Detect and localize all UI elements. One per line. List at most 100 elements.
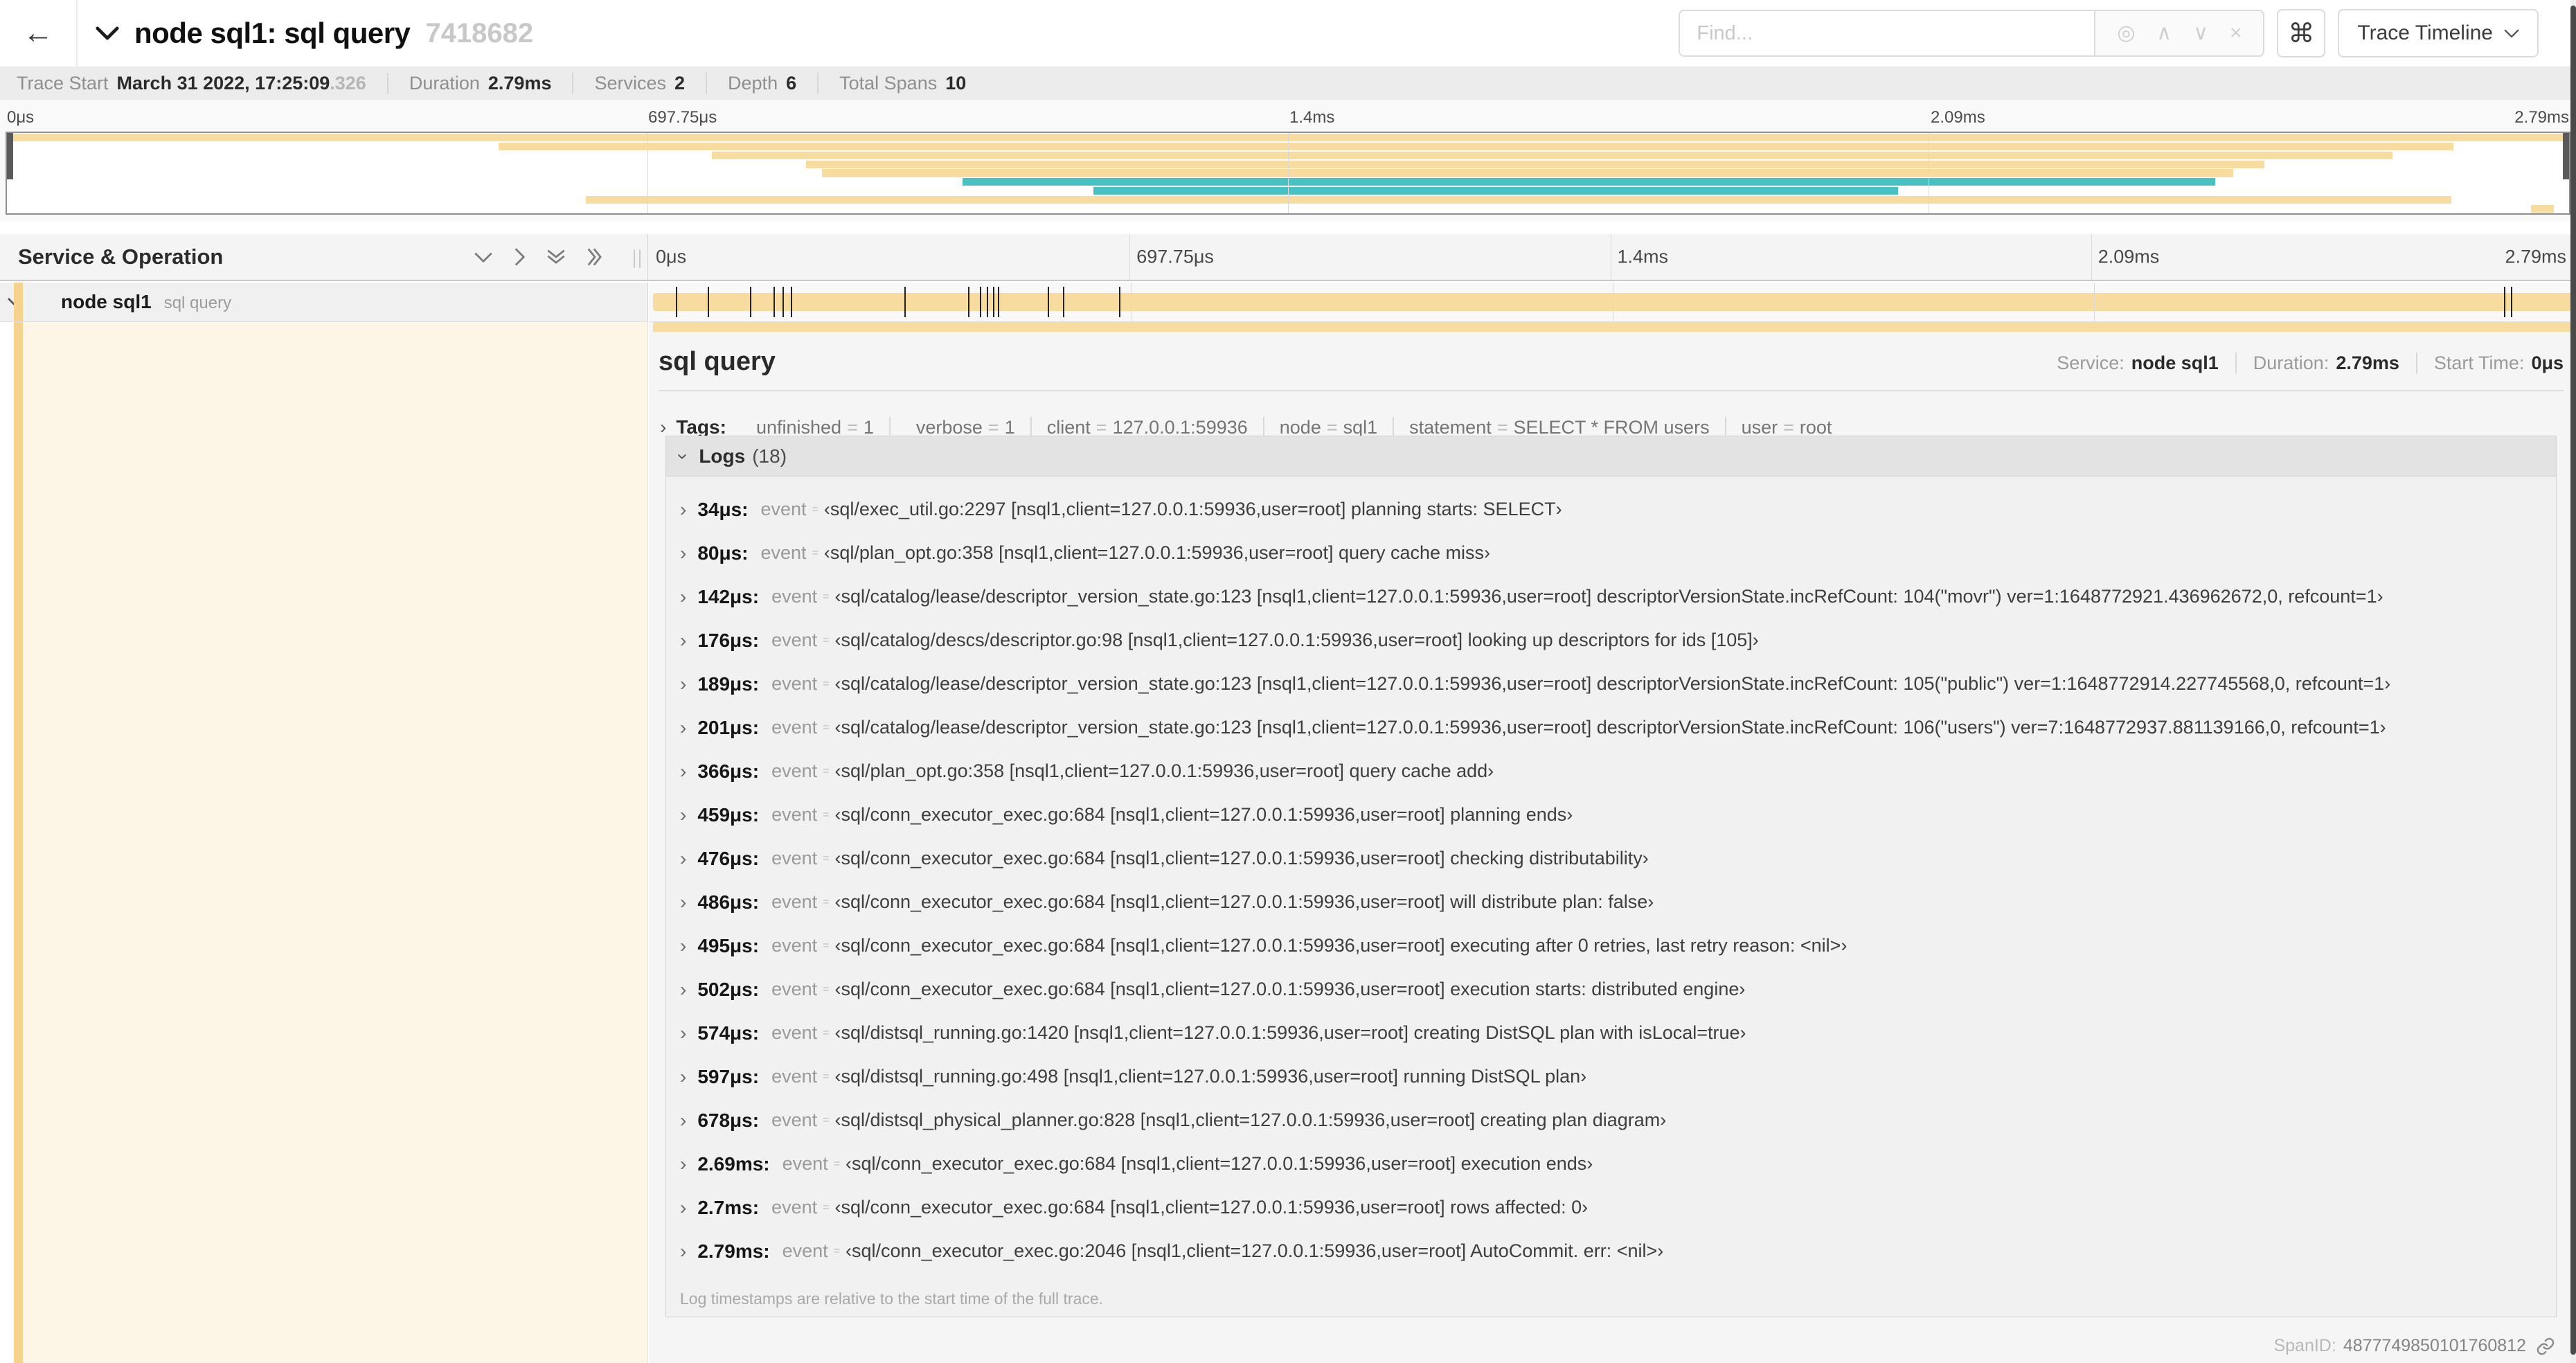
- equals-sign: =: [823, 1201, 830, 1213]
- logs-header[interactable]: › Logs (18): [666, 436, 2556, 476]
- tag-item: _unfinished = 1: [731, 417, 889, 438]
- tag-key: statement: [1409, 416, 1492, 438]
- timeline-gridline: [1288, 133, 1289, 213]
- equals-sign: =: [1326, 416, 1338, 438]
- equals-sign: =: [812, 503, 819, 515]
- expand-all-icon[interactable]: [587, 247, 603, 267]
- log-event-marker: [707, 287, 709, 317]
- span-name-cell[interactable]: node sql1 sql query: [0, 283, 648, 322]
- back-arrow-icon: ←: [23, 16, 53, 50]
- log-event-marker: [1063, 287, 1065, 317]
- log-row[interactable]: › 476μs: event = ‹sql/conn_executor_exec.go:…: [666, 837, 2556, 880]
- log-row[interactable]: › 189μs: event = ‹sql/catalog/lease/descript…: [666, 662, 2556, 706]
- summary-value: 10: [945, 72, 967, 93]
- log-field-key: event: [760, 542, 807, 563]
- scrollbar-thumb[interactable]: [2570, 6, 2576, 1355]
- trace-summary-item: Depth 6: [706, 72, 796, 94]
- find-input[interactable]: [1679, 10, 2095, 57]
- minimap-left-handle[interactable]: [7, 133, 13, 180]
- tag-key: user: [1741, 416, 1778, 438]
- log-row[interactable]: › 2.79ms: event = ‹sql/conn_executor_exec.go…: [666, 1229, 2556, 1273]
- log-field-value: ‹sql/distsql_running.go:1420 [nsql1,clie…: [834, 1022, 1746, 1043]
- log-row[interactable]: › 486μs: event = ‹sql/conn_executor_exec.go:…: [666, 880, 2556, 924]
- equals-sign: =: [823, 896, 830, 908]
- link-icon[interactable]: [2536, 1337, 2555, 1356]
- timeline-tick-label: 2.09ms: [1931, 108, 1985, 127]
- log-event-marker: [750, 287, 752, 317]
- expander-icon: ›: [680, 1152, 687, 1175]
- log-row[interactable]: › 176μs: event = ‹sql/catalog/descs/descript…: [666, 618, 2556, 662]
- expander-icon: ›: [680, 1109, 687, 1131]
- collapse-one-icon[interactable]: [474, 247, 493, 267]
- expander-icon: ›: [680, 629, 687, 651]
- expander-icon: ›: [680, 760, 687, 782]
- detail-divider: [659, 390, 2564, 391]
- minimap-span-bar: [711, 151, 2392, 159]
- page-scrollbar[interactable]: [2570, 0, 2576, 1363]
- log-row[interactable]: › 502μs: event = ‹sql/conn_executor_exec.go:…: [666, 968, 2556, 1011]
- keyboard-shortcuts-button[interactable]: ⌘: [2277, 9, 2326, 57]
- span-bar-cell[interactable]: [649, 283, 2576, 322]
- minimap-span-bar: [806, 160, 2264, 168]
- log-row[interactable]: › 201μs: event = ‹sql/catalog/lease/descript…: [666, 706, 2556, 749]
- log-event-marker: [980, 287, 982, 317]
- minimap-tick-labels: 0μs 697.75μs 1.4ms 2.09ms 2.79ms: [6, 103, 2570, 130]
- log-timestamp: 597μs:: [697, 1065, 760, 1087]
- expand-one-icon[interactable]: [514, 247, 526, 267]
- log-timestamp: 678μs:: [697, 1109, 760, 1131]
- log-field-key: event: [771, 673, 818, 694]
- log-row[interactable]: › 459μs: event = ‹sql/conn_executor_exec.go:…: [666, 793, 2556, 837]
- log-row[interactable]: › 574μs: event = ‹sql/distsql_running.go:142…: [666, 1011, 2556, 1055]
- equals-sign: =: [833, 1157, 841, 1170]
- log-row[interactable]: › 80μs: event = ‹sql/plan_opt.go:358 [nsql1,…: [666, 531, 2556, 575]
- log-row[interactable]: › 34μs: event = ‹sql/exec_util.go:2297 [nsql…: [666, 488, 2556, 531]
- logs-count: (18): [752, 445, 787, 467]
- timeline-minimap: 0μs 697.75μs 1.4ms 2.09ms 2.79ms: [0, 100, 2576, 222]
- summary-label: Services: [594, 72, 666, 93]
- find-clear-icon[interactable]: ×: [2230, 23, 2242, 44]
- log-field-key: event: [782, 1153, 828, 1174]
- command-icon: ⌘: [2288, 19, 2315, 48]
- locate-icon[interactable]: ◎: [2117, 23, 2135, 44]
- equals-sign: =: [823, 808, 830, 821]
- collapse-all-icon[interactable]: [546, 247, 566, 267]
- log-row[interactable]: › 597μs: event = ‹sql/distsql_running.go:498…: [666, 1055, 2556, 1098]
- detail-span-bar: [653, 322, 2573, 332]
- summary-label: Trace Start: [17, 72, 109, 93]
- tag-key: node: [1279, 416, 1321, 438]
- expander-icon: ›: [680, 716, 687, 738]
- logs-title: Logs: [699, 445, 746, 467]
- service-operation-title: Service & Operation: [18, 244, 224, 269]
- find-prev-icon[interactable]: ∧: [2156, 23, 2172, 44]
- expander-icon: ›: [680, 672, 687, 695]
- find-next-icon[interactable]: ∨: [2193, 23, 2208, 44]
- log-field-value: ‹sql/plan_opt.go:358 [nsql1,client=127.0…: [834, 760, 1494, 781]
- minimap-right-handle[interactable]: [2563, 133, 2569, 180]
- log-event-marker: [2510, 287, 2512, 317]
- minimap-span-bar: [586, 196, 2451, 204]
- log-row[interactable]: › 678μs: event = ‹sql/distsql_physical_plann…: [666, 1098, 2556, 1142]
- log-event-marker: [997, 287, 999, 317]
- view-selector-button[interactable]: Trace Timeline: [2338, 9, 2539, 57]
- span-duration-bar[interactable]: [653, 287, 2574, 317]
- equals-sign: =: [823, 721, 830, 733]
- chevron-down-icon: [2504, 29, 2519, 37]
- tag-value: 1: [863, 416, 874, 438]
- log-row[interactable]: › 142μs: event = ‹sql/catalog/lease/descript…: [666, 575, 2556, 618]
- log-row[interactable]: › 366μs: event = ‹sql/plan_opt.go:358 [nsql1…: [666, 749, 2556, 793]
- log-timestamp: 486μs:: [697, 891, 760, 913]
- equals-sign: =: [823, 983, 830, 995]
- back-button[interactable]: ←: [0, 0, 78, 66]
- log-row[interactable]: › 2.7ms: event = ‹sql/conn_executor_exec.go:…: [666, 1186, 2556, 1229]
- trace-collapse-icon[interactable]: [96, 26, 119, 40]
- log-row[interactable]: › 495μs: event = ‹sql/conn_executor_exec.go:…: [666, 924, 2556, 968]
- log-timestamp: 34μs:: [697, 498, 749, 520]
- column-resizer-grip[interactable]: [634, 249, 641, 268]
- log-timestamp: 189μs:: [697, 672, 760, 695]
- minimap-canvas[interactable]: [6, 132, 2570, 215]
- equals-sign: =: [823, 852, 830, 864]
- span-id-row: SpanID: 4877749850101760812: [2273, 1336, 2555, 1356]
- log-row[interactable]: › 2.69ms: event = ‹sql/conn_executor_exec.go…: [666, 1142, 2556, 1186]
- trace-summary-bar: Trace Start March 31 2022, 17:25:09.326 Du…: [0, 66, 2576, 100]
- expander-icon: ›: [680, 934, 687, 956]
